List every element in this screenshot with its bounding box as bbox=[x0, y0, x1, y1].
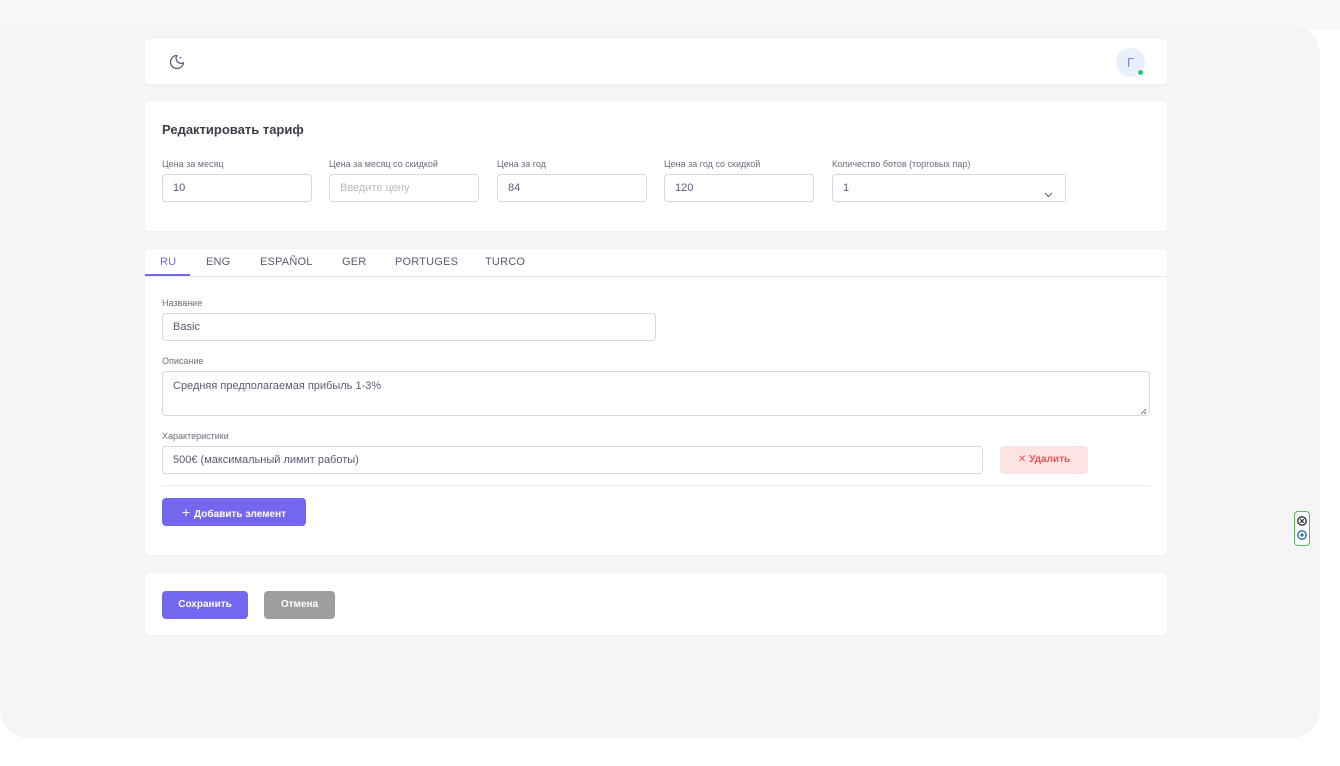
moon-icon[interactable] bbox=[168, 53, 186, 71]
add-element-label: Добавить элемент bbox=[194, 509, 287, 520]
actions-card: Сохранить Отмена bbox=[145, 573, 1167, 635]
description-text: Средняя предполагаемая прибыль 1-3% bbox=[173, 380, 382, 392]
name-input[interactable]: Basic bbox=[162, 313, 656, 341]
tab-espanol[interactable]: ESPAÑOL bbox=[260, 256, 313, 268]
name-label: Название bbox=[162, 298, 203, 308]
price-year-input[interactable]: 84 bbox=[497, 174, 647, 202]
price-month-discount-label: Цена за месяц со скидкой bbox=[329, 159, 438, 169]
localized-content-card: RU ENG ESPAÑOL GER PORTUGES TURCO Назван… bbox=[145, 249, 1167, 555]
description-textarea[interactable]: Средняя предполагаемая прибыль 1-3% bbox=[162, 371, 1150, 416]
delete-label: Удалить bbox=[1029, 454, 1071, 465]
user-avatar[interactable]: Г bbox=[1116, 48, 1145, 77]
active-tab-indicator bbox=[145, 274, 190, 276]
add-element-button[interactable]: + Добавить элемент bbox=[162, 498, 306, 526]
bots-count-select[interactable]: 1 bbox=[832, 174, 1066, 202]
cancel-button[interactable]: Отмена bbox=[264, 591, 335, 619]
price-year-discount-input[interactable]: 120 bbox=[664, 174, 814, 202]
language-tabs: RU ENG ESPAÑOL GER PORTUGES TURCO bbox=[145, 249, 1167, 277]
top-navbar: Г bbox=[145, 39, 1167, 84]
chevron-down-icon bbox=[1044, 183, 1053, 198]
tariff-card: Редактировать тариф Цена за месяц 10 Цен… bbox=[145, 102, 1167, 231]
price-year-label: Цена за год bbox=[497, 159, 546, 169]
bots-count-label: Количество ботов (торговых пар) bbox=[832, 159, 971, 169]
price-month-input[interactable]: 10 bbox=[162, 174, 312, 202]
price-month-label: Цена за месяц bbox=[162, 159, 224, 169]
resize-handle-icon[interactable] bbox=[1140, 406, 1147, 415]
features-label: Характеристики bbox=[162, 431, 229, 441]
price-month-discount-input[interactable]: Введите цену bbox=[329, 174, 479, 202]
tab-portuges[interactable]: PORTUGES bbox=[395, 256, 458, 268]
card-title: Редактировать тариф bbox=[162, 122, 304, 137]
tab-ger[interactable]: GER bbox=[342, 256, 366, 268]
online-status-dot bbox=[1137, 69, 1144, 76]
plus-icon: + bbox=[181, 504, 195, 520]
divider bbox=[162, 485, 1150, 486]
avatar-initial: Г bbox=[1126, 55, 1135, 70]
side-widget[interactable] bbox=[1294, 511, 1310, 546]
delete-feature-button[interactable]: ✕ Удалить bbox=[1000, 446, 1088, 474]
tab-turco[interactable]: TURCO bbox=[485, 256, 525, 268]
bots-count-value: 1 bbox=[843, 182, 850, 194]
feature-input[interactable]: 500€ (максимальный лимит работы) bbox=[162, 446, 983, 474]
price-year-discount-label: Цена за год со скидкой bbox=[664, 159, 761, 169]
tab-eng[interactable]: ENG bbox=[206, 256, 230, 268]
save-button[interactable]: Сохранить bbox=[162, 591, 248, 619]
close-icon: ✕ bbox=[1017, 454, 1030, 465]
description-label: Описание bbox=[162, 356, 204, 366]
tab-ru[interactable]: RU bbox=[160, 256, 176, 268]
